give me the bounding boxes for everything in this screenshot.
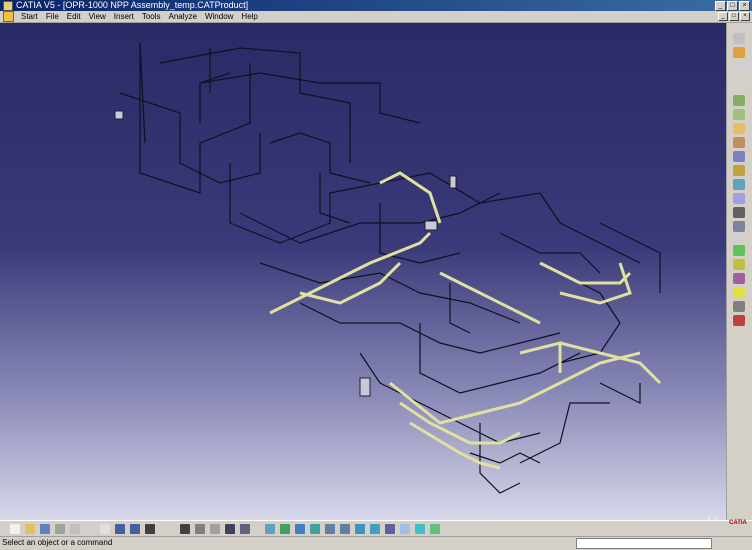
hide-icon[interactable] <box>415 524 425 534</box>
hide-show-icon[interactable] <box>225 524 235 534</box>
title-bar: CATIA V5 - [OPR-1000 NPP Assembly_temp.C… <box>0 0 752 11</box>
compass-axis-icon[interactable] <box>705 511 721 520</box>
window-title: CATIA V5 - [OPR-1000 NPP Assembly_temp.C… <box>16 0 249 10</box>
redo-icon[interactable] <box>130 524 140 534</box>
update-icon[interactable] <box>733 315 745 326</box>
fast-multi-instantiate-icon[interactable] <box>733 193 745 204</box>
select-icon[interactable] <box>733 47 745 58</box>
contact-icon[interactable] <box>733 245 745 256</box>
new-icon[interactable] <box>10 524 20 534</box>
existing-component-icon[interactable] <box>733 109 745 120</box>
menu-view[interactable]: View <box>85 11 110 22</box>
swap-visible-icon[interactable] <box>240 524 250 534</box>
angle-icon[interactable] <box>733 273 745 284</box>
structure-lines <box>119 42 661 494</box>
replace-icon[interactable] <box>733 137 745 148</box>
normal-view-icon[interactable] <box>355 524 365 534</box>
rotate-icon[interactable] <box>310 524 320 534</box>
show-icon[interactable] <box>430 524 440 534</box>
multi-instantiate-icon[interactable] <box>733 179 745 190</box>
measure-icon[interactable] <box>195 524 205 534</box>
close-button[interactable]: × <box>739 1 750 11</box>
reorder-icon[interactable] <box>733 151 745 162</box>
menu-tools[interactable]: Tools <box>138 11 165 22</box>
bottom-toolbar <box>0 520 752 537</box>
menu-edit[interactable]: Edit <box>63 11 85 22</box>
doc-restore-button[interactable]: □ <box>729 12 739 21</box>
command-input[interactable] <box>576 538 712 549</box>
paste-icon[interactable] <box>100 524 110 534</box>
view-mode-icon[interactable] <box>385 524 395 534</box>
equipment <box>114 110 457 397</box>
numbering-icon[interactable] <box>733 165 745 176</box>
menu-insert[interactable]: Insert <box>110 11 138 22</box>
menu-window[interactable]: Window <box>201 11 237 22</box>
zoom-in-icon[interactable] <box>325 524 335 534</box>
maximize-button[interactable]: □ <box>727 1 738 11</box>
pipe-assembly-model[interactable] <box>0 23 726 520</box>
menu-help[interactable]: Help <box>237 11 261 22</box>
catia-app-icon[interactable] <box>3 0 13 11</box>
coincidence-icon[interactable] <box>733 221 745 232</box>
catalog-icon[interactable] <box>210 524 220 534</box>
undo-icon[interactable] <box>115 524 125 534</box>
catia-logo: CATIA <box>729 520 747 526</box>
menu-bar: Start File Edit View Insert Tools Analyz… <box>0 11 752 23</box>
explode-icon[interactable] <box>733 301 745 312</box>
cut-icon[interactable] <box>70 524 80 534</box>
print-icon[interactable] <box>55 524 65 534</box>
right-toolbar <box>726 23 752 520</box>
status-bar: Select an object or a command <box>0 536 752 550</box>
minimize-button[interactable]: _ <box>715 1 726 11</box>
highlighted-pipes <box>269 171 662 470</box>
pan-icon[interactable] <box>295 524 305 534</box>
save-icon[interactable] <box>40 524 50 534</box>
copy-icon[interactable] <box>85 524 95 534</box>
shading-icon[interactable] <box>400 524 410 534</box>
doc-minimize-button[interactable]: _ <box>718 12 728 21</box>
fix-icon[interactable] <box>733 287 745 298</box>
doc-close-button[interactable]: × <box>740 12 750 21</box>
constraint-icon[interactable] <box>733 207 745 218</box>
component-icon[interactable] <box>733 95 745 106</box>
document-icon[interactable] <box>3 11 14 22</box>
open-icon[interactable] <box>25 524 35 534</box>
part-icon[interactable] <box>733 123 745 134</box>
product-icon[interactable] <box>733 33 745 44</box>
menu-file[interactable]: File <box>42 11 63 22</box>
3d-viewport[interactable] <box>0 23 726 520</box>
zoom-out-icon[interactable] <box>340 524 350 534</box>
whats-this-icon[interactable] <box>145 524 155 534</box>
fit-all-icon[interactable] <box>280 524 290 534</box>
iso-view-icon[interactable] <box>370 524 380 534</box>
formula-icon[interactable] <box>180 524 190 534</box>
swap-icon[interactable] <box>733 61 745 72</box>
fly-icon[interactable] <box>265 524 275 534</box>
menu-analyze[interactable]: Analyze <box>165 11 201 22</box>
offset-icon[interactable] <box>733 259 745 270</box>
status-message: Select an object or a command <box>2 538 113 547</box>
menu-start[interactable]: Start <box>17 11 42 22</box>
